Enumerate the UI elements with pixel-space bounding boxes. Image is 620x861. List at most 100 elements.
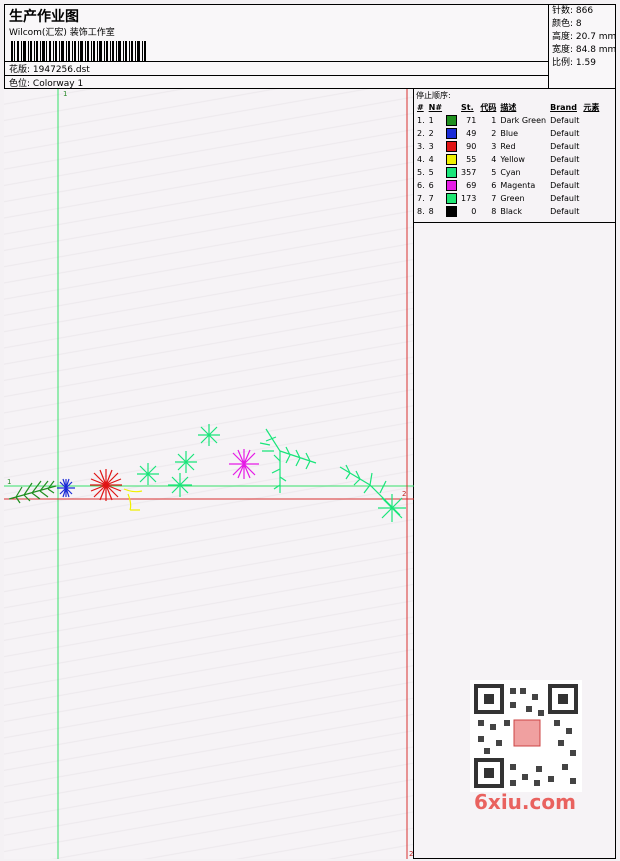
row-brand: Default [550,129,580,138]
row-code: 8 [491,207,497,216]
row-code: 6 [491,181,497,190]
row-swatch [444,140,459,153]
table-row: 7. 7 173 7 Green Default [415,192,601,205]
col-index: # [417,103,424,112]
color-swatch [446,167,458,178]
colorway-info: 色位: Colorway 1 [9,76,83,89]
row-description: Cyan [500,168,521,177]
row-index: 8. [417,207,425,216]
row-code: 2 [491,129,497,138]
row-stitches: 357 [461,168,477,177]
row-needle: 8 [428,207,434,216]
row-code: 3 [491,142,497,151]
stop-sequence-heading: 停止顺序: [416,91,451,100]
row-needle: 2 [428,129,434,138]
color-swatch [446,128,458,139]
row-element [581,140,601,153]
row-index: 7. [417,194,425,203]
row-brand: Default [550,155,580,164]
color-swatch [446,154,458,165]
magenta-flower [229,449,259,479]
design-info: 针数: 866 颜色: 8 高度: 20.7 mm 宽度: 84.8 mm 比例… [548,5,617,88]
row-index: 3. [417,142,425,151]
row-index: 4. [417,155,425,164]
col-description: 描述 [500,103,517,112]
table-row: 3. 3 90 3 Red Default [415,140,601,153]
stop-sequence-table: # N# St. 代码 描述 Brand 元素 1. 1 71 1 Dark Green… [415,101,601,218]
pattern-label: 花版: [9,65,31,75]
color-swatch [446,206,458,217]
colorway-label: 色位: [9,79,31,89]
dark-green-leaf [8,480,57,504]
company-name: Wilcom(汇宏) 装饰工作室 [9,28,115,38]
stitch-count: 针数: 866 [552,6,594,16]
col-needle: N# [428,103,443,112]
stop-sequence-panel: 停止顺序: # N# St. 代码 描述 Brand 元素 1. 1 71 1 Dark… [414,89,616,223]
row-description: Yellow [500,155,525,164]
pattern-file: 1947256.dst [32,65,90,75]
row-swatch [444,114,459,127]
row-element [581,179,601,192]
row-needle: 4 [428,155,434,164]
col-swatch [444,101,459,114]
embroidery-motif [8,424,406,522]
colorway-value: Colorway 1 [32,79,84,89]
color-swatch [446,115,458,126]
design-height: 高度: 20.7 mm [552,32,617,42]
row-needle: 3 [428,142,434,151]
row-code: 1 [491,116,497,125]
col-element: 元素 [583,103,600,112]
row-description: Magenta [500,181,536,190]
marker-bottom-right: 2 [409,850,413,858]
design-preview: 1 1 2 2 [4,89,414,859]
table-row: 4. 4 55 4 Yellow Default [415,153,601,166]
row-swatch [444,166,459,179]
marker-right-mid: 2 [402,490,406,498]
row-swatch [444,192,459,205]
table-row: 8. 8 0 8 Black Default [415,205,601,218]
row-brand: Default [550,207,580,216]
marker-top-left: 1 [63,90,67,98]
row-brand: Default [550,194,580,203]
color-count: 颜色: 8 [552,19,582,29]
table-row: 1. 1 71 1 Dark Green Default [415,114,601,127]
row-index: 2. [417,129,425,138]
row-brand: Default [550,181,580,190]
row-brand: Default [550,168,580,177]
table-row: 5. 5 357 5 Cyan Default [415,166,601,179]
row-needle: 1 [428,116,434,125]
row-element [581,205,601,218]
row-description: Black [500,207,522,216]
row-element [581,127,601,140]
design-width: 宽度: 84.8 mm [552,45,617,55]
row-stitches: 55 [466,155,477,164]
row-element [581,192,601,205]
design-scale: 比例: 1.59 [552,58,596,68]
row-needle: 5 [428,168,434,177]
row-stitches: 173 [461,194,477,203]
red-flower [90,469,122,501]
row-needle: 6 [428,181,434,190]
row-index: 6. [417,181,425,190]
table-row: 2. 2 49 2 Blue Default [415,127,601,140]
cyan-leaves [137,424,406,522]
col-stitches: St. [461,103,474,112]
row-code: 5 [491,168,497,177]
row-stitches: 49 [466,129,477,138]
row-element [581,166,601,179]
row-index: 5. [417,168,425,177]
row-code: 7 [491,194,497,203]
color-swatch [446,141,458,152]
row-element [581,114,601,127]
table-row: 6. 6 69 6 Magenta Default [415,179,601,192]
row-swatch [444,179,459,192]
row-description: Blue [500,129,519,138]
row-stitches: 71 [466,116,477,125]
row-brand: Default [550,116,580,125]
row-stitches: 90 [466,142,477,151]
col-brand: Brand [550,103,577,112]
row-index: 1. [417,116,425,125]
blue-flower [57,478,75,498]
row-description: Red [500,142,516,151]
row-description: Dark Green [500,116,547,125]
